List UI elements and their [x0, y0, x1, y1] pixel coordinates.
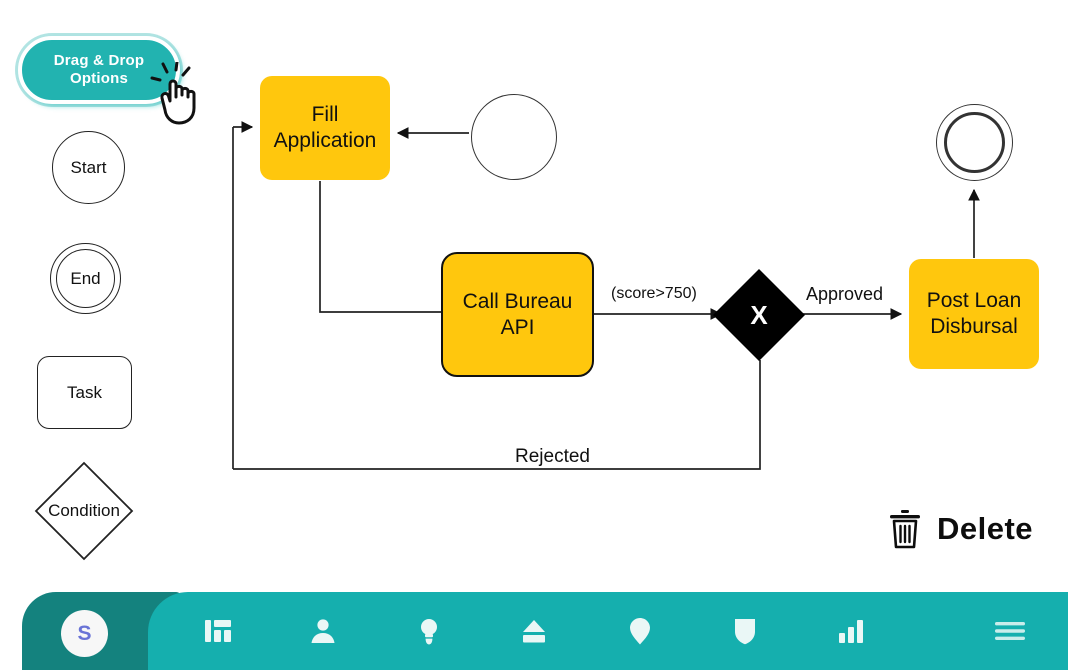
bar-chart-icon[interactable] [834, 614, 868, 648]
palette-shape-end[interactable]: End [56, 249, 115, 308]
delete-label: Delete [937, 511, 1034, 546]
flow-node-decision-label: X [750, 299, 768, 330]
palette-condition-label: Condition [48, 501, 120, 520]
shield-icon[interactable] [728, 614, 762, 648]
palette-shape-task[interactable]: Task [37, 356, 132, 429]
drag-drop-label: Drag & Drop Options [53, 52, 145, 87]
edge-label-rejected: Rejected [509, 446, 596, 468]
hand-pointer-icon [150, 62, 196, 125]
edge-label-approved: Approved [806, 284, 884, 304]
flow-node-end[interactable] [944, 112, 1005, 173]
flow-node-fill-application[interactable]: Fill Application [260, 76, 390, 180]
upload-icon[interactable] [517, 614, 551, 648]
location-pin-icon[interactable] [623, 614, 657, 648]
flow-node-call-bureau-api[interactable]: Call Bureau API [441, 252, 594, 377]
edge-label-score: (score>750) [611, 285, 697, 302]
palette-end-label: End [70, 268, 101, 288]
lightbulb-icon[interactable] [412, 614, 446, 648]
palette-start-label: Start [70, 157, 107, 177]
delete-button[interactable]: Delete [889, 509, 1033, 549]
avatar-initial: S [77, 621, 92, 645]
user-icon[interactable] [306, 614, 340, 648]
dashboard-icon[interactable] [201, 614, 235, 648]
avatar[interactable]: S [61, 610, 108, 657]
palette-shape-start[interactable]: Start [52, 131, 125, 204]
flow-node-start[interactable] [471, 94, 557, 180]
menu-icon[interactable] [993, 614, 1027, 648]
app-root: Drag & Drop Options Start End Task Condi… [0, 0, 1068, 670]
trash-icon [890, 510, 920, 549]
flow-node-post-loan-disbursal-label: Post Loan Disbursal [926, 289, 1022, 338]
flow-node-call-bureau-api-label: Call Bureau API [462, 289, 573, 339]
flow-node-fill-application-label: Fill Application [273, 103, 377, 152]
bottom-bar [148, 592, 1068, 670]
drag-drop-options-button[interactable]: Drag & Drop Options [18, 36, 196, 125]
flow-node-post-loan-disbursal[interactable]: Post Loan Disbursal [909, 259, 1039, 369]
palette-task-label: Task [67, 382, 102, 402]
